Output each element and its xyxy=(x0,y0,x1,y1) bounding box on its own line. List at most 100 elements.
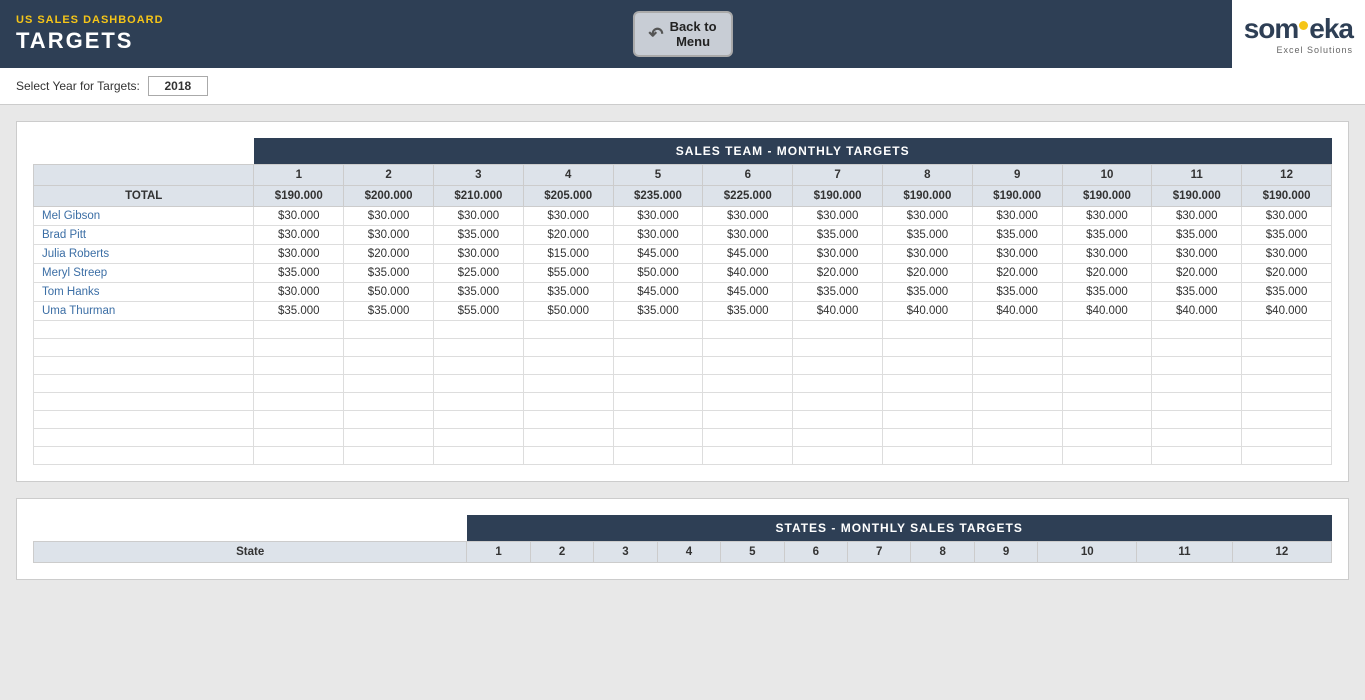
cell-r5-c7: $40.000 xyxy=(882,302,972,321)
empty-cell xyxy=(523,321,613,339)
empty-cell xyxy=(613,375,703,393)
cell-r0-c0: $30.000 xyxy=(254,207,344,226)
total-4: $205.000 xyxy=(523,186,613,207)
empty-cell xyxy=(613,357,703,375)
logo-main: som eka xyxy=(1244,13,1353,45)
cell-r5-c6: $40.000 xyxy=(793,302,883,321)
empty-cell xyxy=(1242,339,1332,357)
total-12: $190.000 xyxy=(1242,186,1332,207)
empty-row xyxy=(34,429,1332,447)
empty-cell xyxy=(703,321,793,339)
table-row: Tom Hanks$30.000$50.000$35.000$35.000$45… xyxy=(34,283,1332,302)
cell-r2-c10: $30.000 xyxy=(1152,245,1242,264)
empty-cell xyxy=(1152,393,1242,411)
empty-cell xyxy=(793,411,883,429)
cell-r2-c0: $30.000 xyxy=(254,245,344,264)
empty-cell xyxy=(882,339,972,357)
sales-team-header: SALES TEAM - MONTHLY TARGETS xyxy=(254,138,1332,165)
empty-cell xyxy=(1242,393,1332,411)
empty-cell xyxy=(254,393,344,411)
col-9-header: 9 xyxy=(972,165,1062,186)
empty-row xyxy=(34,339,1332,357)
empty-cell xyxy=(34,429,254,447)
states-table-container: STATES - MONTHLY SALES TARGETS State 1 2… xyxy=(16,498,1349,580)
empty-cell xyxy=(1062,321,1152,339)
cell-r4-c1: $50.000 xyxy=(344,283,434,302)
cell-r1-c2: $35.000 xyxy=(433,226,523,245)
empty-cell xyxy=(34,375,254,393)
cell-r4-c10: $35.000 xyxy=(1152,283,1242,302)
empty-cell xyxy=(703,375,793,393)
person-name-cell: Julia Roberts xyxy=(34,245,254,264)
total-9: $190.000 xyxy=(972,186,1062,207)
empty-row xyxy=(34,411,1332,429)
empty-cell xyxy=(613,321,703,339)
empty-cell xyxy=(254,321,344,339)
empty-cell xyxy=(344,447,434,465)
total-2: $200.000 xyxy=(344,186,434,207)
cell-r0-c3: $30.000 xyxy=(523,207,613,226)
total-1: $190.000 xyxy=(254,186,344,207)
total-label: TOTAL xyxy=(34,186,254,207)
empty-cell xyxy=(1242,411,1332,429)
empty-cell xyxy=(344,375,434,393)
states-col-2: 2 xyxy=(530,542,593,563)
cell-r1-c10: $35.000 xyxy=(1152,226,1242,245)
cell-r3-c10: $20.000 xyxy=(1152,264,1242,283)
col-3-header: 3 xyxy=(433,165,523,186)
empty-cell xyxy=(613,447,703,465)
empty-cell xyxy=(972,429,1062,447)
empty-cell xyxy=(1062,447,1152,465)
table-row: Mel Gibson$30.000$30.000$30.000$30.000$3… xyxy=(34,207,1332,226)
empty-cell xyxy=(703,429,793,447)
col-4-header: 4 xyxy=(523,165,613,186)
states-col-4: 4 xyxy=(657,542,720,563)
column-numbers-row: 1 2 3 4 5 6 7 8 9 10 11 12 xyxy=(34,165,1332,186)
cell-r5-c9: $40.000 xyxy=(1062,302,1152,321)
back-to-menu-button[interactable]: ↶ Back toMenu xyxy=(632,11,732,57)
empty-cell xyxy=(793,339,883,357)
col-7-header: 7 xyxy=(793,165,883,186)
cell-r4-c6: $35.000 xyxy=(793,283,883,302)
empty-cell xyxy=(972,339,1062,357)
back-arrow-icon: ↶ xyxy=(648,24,663,45)
states-col-numbers-row: State 1 2 3 4 5 6 7 8 9 10 11 12 xyxy=(34,542,1332,563)
total-8: $190.000 xyxy=(882,186,972,207)
empty-cell xyxy=(433,357,523,375)
col-5-header: 5 xyxy=(613,165,703,186)
cell-r1-c8: $35.000 xyxy=(972,226,1062,245)
empty-cell xyxy=(344,339,434,357)
back-btn-container: ↶ Back toMenu xyxy=(616,0,748,68)
cell-r2-c9: $30.000 xyxy=(1062,245,1152,264)
states-header-row: STATES - MONTHLY SALES TARGETS xyxy=(34,515,1332,542)
empty-cell xyxy=(344,393,434,411)
empty-row xyxy=(34,447,1332,465)
empty-cell xyxy=(34,447,254,465)
total-row: TOTAL $190.000 $200.000 $210.000 $205.00… xyxy=(34,186,1332,207)
cell-r3-c8: $20.000 xyxy=(972,264,1062,283)
empty-cell xyxy=(613,411,703,429)
cell-r2-c11: $30.000 xyxy=(1242,245,1332,264)
empty-cell xyxy=(1152,321,1242,339)
cell-r3-c1: $35.000 xyxy=(344,264,434,283)
cell-r5-c1: $35.000 xyxy=(344,302,434,321)
name-col-header xyxy=(34,165,254,186)
empty-cell xyxy=(1152,357,1242,375)
cell-r3-c4: $50.000 xyxy=(613,264,703,283)
empty-cell xyxy=(1152,447,1242,465)
cell-r4-c9: $35.000 xyxy=(1062,283,1152,302)
states-col-11: 11 xyxy=(1137,542,1232,563)
cell-r0-c1: $30.000 xyxy=(344,207,434,226)
empty-cell xyxy=(1062,393,1152,411)
states-col-5: 5 xyxy=(721,542,784,563)
empty-cell xyxy=(344,321,434,339)
empty-cell xyxy=(882,411,972,429)
table-row: Julia Roberts$30.000$20.000$30.000$15.00… xyxy=(34,245,1332,264)
total-5: $235.000 xyxy=(613,186,703,207)
person-name-cell: Tom Hanks xyxy=(34,283,254,302)
total-11: $190.000 xyxy=(1152,186,1242,207)
states-col-10: 10 xyxy=(1038,542,1137,563)
cell-r1-c5: $30.000 xyxy=(703,226,793,245)
cell-r3-c6: $20.000 xyxy=(793,264,883,283)
year-input[interactable] xyxy=(148,76,208,96)
